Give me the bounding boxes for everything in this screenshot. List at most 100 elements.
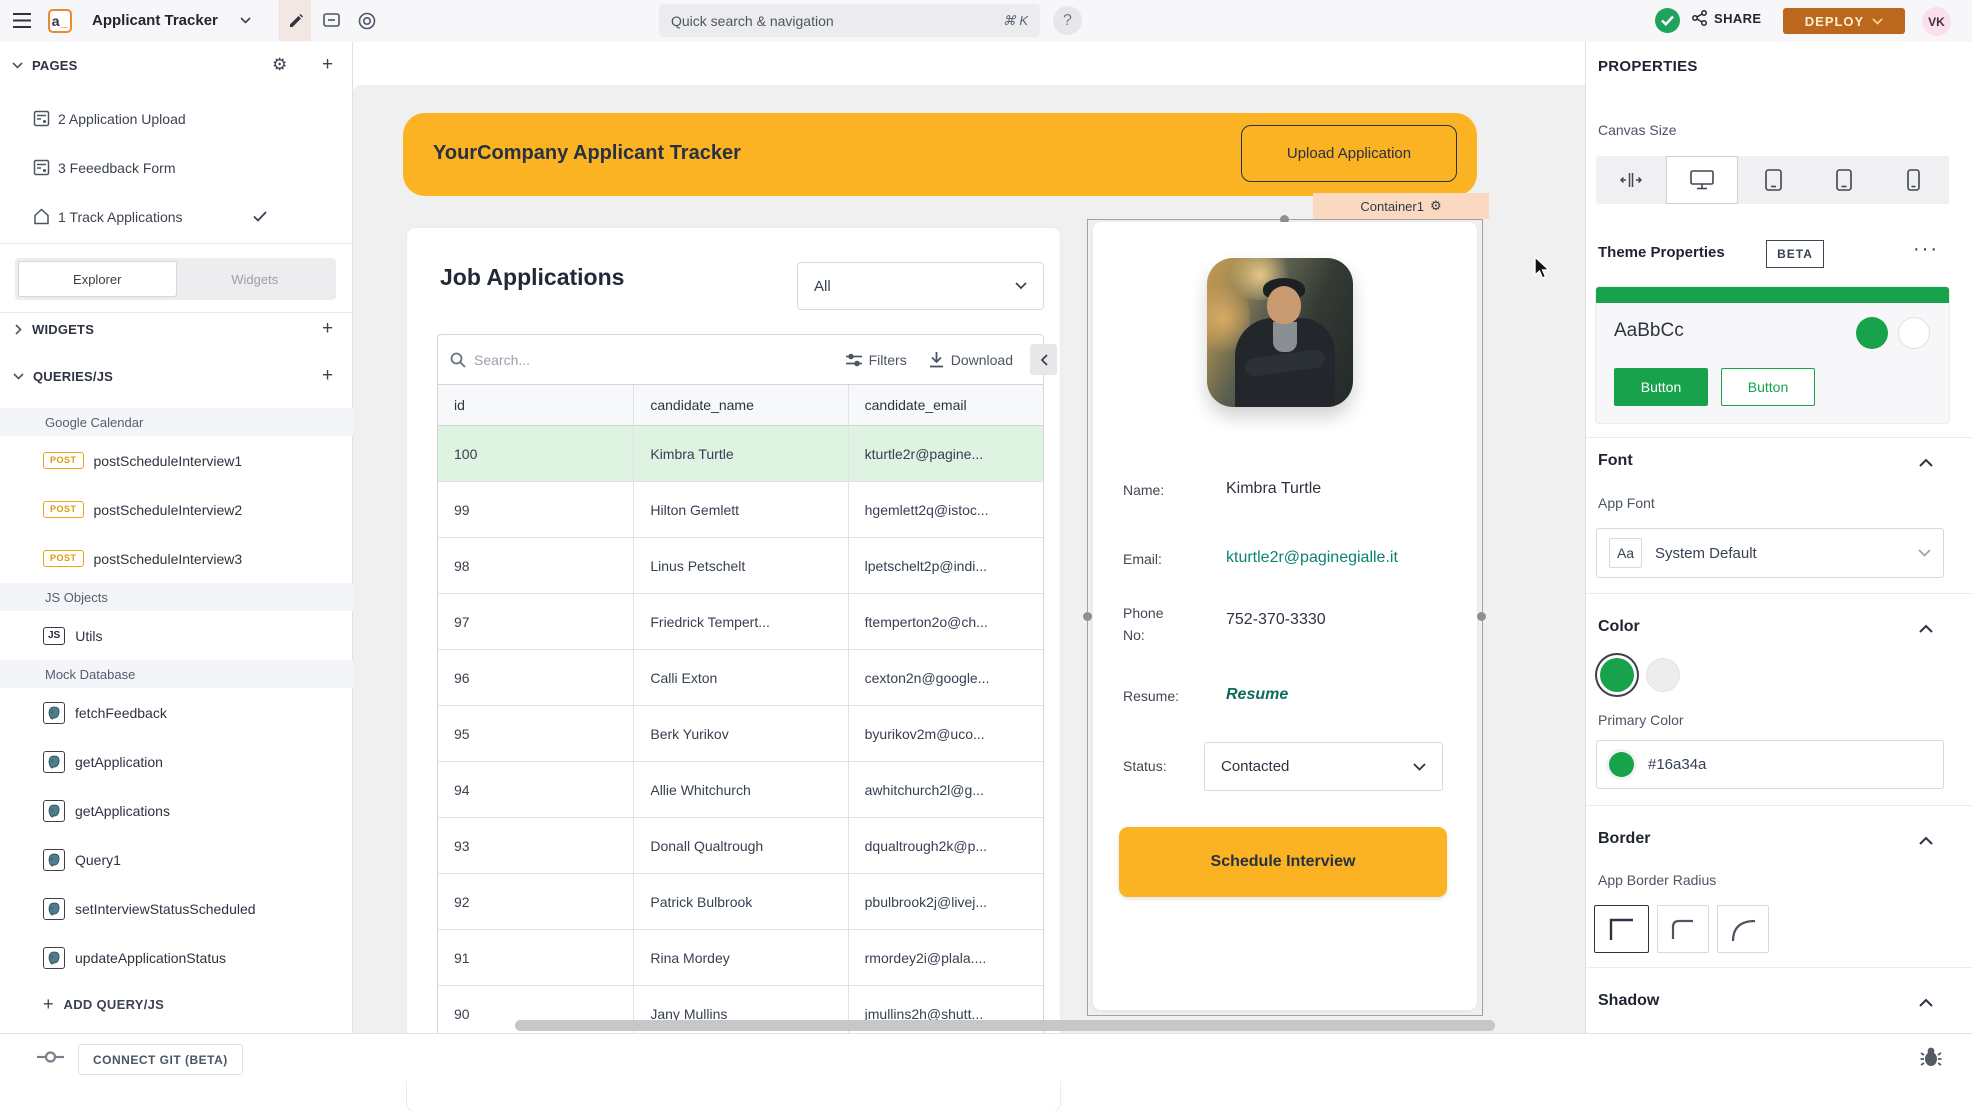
app-title[interactable]: Applicant Tracker (92, 12, 218, 29)
query-item[interactable]: JSUtils (0, 611, 353, 660)
table-cell: cexton2n@google... (849, 650, 1043, 705)
query-item[interactable]: getApplication (0, 737, 353, 786)
sidebar-page-item[interactable]: 3 Feeedback Form (0, 143, 353, 192)
status-select[interactable]: Contacted (1204, 742, 1443, 791)
shadow-collapse-chevron-up-icon[interactable] (1919, 998, 1933, 1007)
filters-button[interactable]: Filters (846, 352, 907, 368)
help-button[interactable]: ? (1053, 6, 1082, 35)
font-sample-box: Aa (1609, 538, 1642, 568)
table-row[interactable]: 91Rina Mordeyrmordey2i@plala.... (438, 930, 1043, 986)
canvas-size-tablet-large[interactable] (1738, 156, 1808, 204)
radius-option-none[interactable] (1594, 905, 1649, 953)
comments-tab[interactable] (316, 0, 347, 41)
status-filter-select[interactable]: All (797, 262, 1044, 310)
add-widget-button[interactable]: + (322, 318, 333, 340)
theme-button-outline-preview[interactable]: Button (1721, 368, 1815, 406)
widgets-section-header[interactable]: WIDGETS (15, 322, 94, 337)
upload-application-button[interactable]: Upload Application (1241, 125, 1457, 182)
resume-link[interactable]: Resume (1226, 686, 1288, 704)
color-swatch-primary[interactable] (1600, 658, 1634, 692)
deploy-button[interactable]: DEPLOY (1783, 8, 1905, 34)
edit-mode-tab[interactable] (280, 0, 311, 41)
table-row[interactable]: 93Donall Qualtroughdqualtrough2k@p... (438, 818, 1043, 874)
theme-more-menu[interactable]: ··· (1913, 238, 1939, 261)
user-avatar[interactable]: VK (1922, 7, 1951, 36)
table-row[interactable]: 97Friedrick Tempert...ftemperton2o@ch... (438, 594, 1043, 650)
theme-primary-dot[interactable] (1856, 317, 1888, 349)
table-cell: 95 (438, 706, 634, 761)
query-item[interactable]: updateApplicationStatus (0, 933, 353, 982)
widget-settings-gear-icon[interactable]: ⚙ (1430, 198, 1442, 214)
hamburger-menu-icon[interactable] (13, 12, 31, 29)
color-swatch-background[interactable] (1646, 658, 1680, 692)
app-header-banner[interactable]: YourCompany Applicant Tracker Upload App… (403, 113, 1477, 196)
table-row[interactable]: 96Calli Extoncexton2n@google... (438, 650, 1043, 706)
sidebar-page-item[interactable]: 1 Track Applications (0, 192, 353, 241)
query-group-header[interactable]: Mock Database (0, 660, 353, 688)
column-header-candidate_email[interactable]: candidate_email (849, 385, 1043, 425)
page-icon (33, 159, 50, 176)
add-query-js-button[interactable]: + ADD QUERY/JS (43, 994, 164, 1015)
canvas-size-tablet[interactable] (1809, 156, 1879, 204)
add-page-button[interactable]: + (322, 54, 333, 76)
pages-settings-gear-icon[interactable]: ⚙ (272, 55, 287, 75)
share-button[interactable]: SHARE (1692, 10, 1762, 26)
app-logo[interactable]: a_ (48, 9, 72, 33)
query-item[interactable]: POSTpostScheduleInterview1 (0, 436, 353, 485)
resize-handle-right[interactable] (1477, 612, 1486, 621)
table-row[interactable]: 92Patrick Bulbrookpbulbrook2j@livej... (438, 874, 1043, 930)
search-icon (450, 352, 466, 368)
canvas-size-desktop[interactable] (1666, 156, 1738, 204)
app-title-chevron-down-icon[interactable] (240, 17, 251, 24)
query-group-header[interactable]: Google Calendar (0, 408, 353, 436)
add-query-plus-button[interactable]: + (322, 365, 333, 387)
selected-widget-tag[interactable]: Container1 ⚙ (1313, 193, 1489, 219)
connect-git-button[interactable]: CONNECT GIT (BETA) (78, 1044, 243, 1075)
sidebar-page-item[interactable]: 2 Application Upload (0, 94, 353, 143)
properties-panel: PROPERTIES Canvas Size Theme Properties … (1585, 42, 1972, 1033)
query-item[interactable]: setInterviewStatusScheduled (0, 884, 353, 933)
table-row[interactable]: 99Hilton Gemletthgemlett2q@istoc... (438, 482, 1043, 538)
query-item[interactable]: POSTpostScheduleInterview2 (0, 485, 353, 534)
column-header-candidate_name[interactable]: candidate_name (634, 385, 848, 425)
radius-option-medium[interactable] (1657, 905, 1709, 953)
table-search-input[interactable]: Search... (474, 352, 530, 368)
deploy-chevron-down-icon (1872, 18, 1883, 25)
query-item[interactable]: fetchFeedback (0, 688, 353, 737)
radius-option-large[interactable] (1717, 905, 1769, 953)
primary-color-input[interactable]: #16a34a (1596, 740, 1944, 789)
schedule-interview-button[interactable]: Schedule Interview (1119, 827, 1447, 897)
query-group-header[interactable]: JS Objects (0, 583, 353, 611)
query-item[interactable]: getApplications (0, 786, 353, 835)
preview-mode-tab[interactable] (351, 0, 382, 41)
column-header-id[interactable]: id (438, 385, 634, 425)
tab-widgets[interactable]: Widgets (177, 261, 334, 297)
theme-secondary-dot[interactable] (1898, 317, 1930, 349)
table-row[interactable]: 98Linus Petscheltlpetschelt2p@indi... (438, 538, 1043, 594)
query-item[interactable]: POSTpostScheduleInterview3 (0, 534, 353, 583)
app-font-select[interactable]: Aa System Default (1596, 528, 1944, 578)
queries-section-header[interactable]: QUERIES/JS (13, 369, 113, 384)
border-collapse-chevron-up-icon[interactable] (1919, 836, 1933, 845)
horizontal-scrollbar[interactable] (515, 1020, 1495, 1031)
resize-handle-left[interactable] (1083, 612, 1092, 621)
font-chevron-down-icon (1918, 549, 1931, 557)
table-row[interactable]: 95Berk Yurikovbyurikov2m@uco... (438, 706, 1043, 762)
email-link[interactable]: kturtle2r@paginegialle.it (1226, 549, 1398, 567)
pages-section-header[interactable]: PAGES (12, 58, 78, 73)
query-item[interactable]: Query1 (0, 835, 353, 884)
collapse-panel-button[interactable] (1030, 344, 1057, 375)
candidate-detail-card[interactable]: Name: Kimbra Turtle Email: kturtle2r@pag… (1093, 222, 1477, 1010)
tab-explorer[interactable]: Explorer (18, 261, 177, 297)
debug-bug-icon[interactable] (1920, 1046, 1942, 1068)
queries-list: Google CalendarPOSTpostScheduleInterview… (0, 408, 353, 982)
color-collapse-chevron-up-icon[interactable] (1919, 624, 1933, 633)
table-row[interactable]: 100Kimbra Turtlekturtle2r@pagine... (438, 426, 1043, 482)
theme-button-solid-preview[interactable]: Button (1614, 368, 1708, 406)
canvas-size-fluid[interactable] (1596, 156, 1666, 204)
font-collapse-chevron-up-icon[interactable] (1919, 458, 1933, 467)
download-button[interactable]: Download (929, 352, 1013, 368)
table-row[interactable]: 94Allie Whitchurchawhitchurch2l@g... (438, 762, 1043, 818)
quick-search-input[interactable]: Quick search & navigation ⌘ K (659, 4, 1040, 37)
canvas-size-mobile[interactable] (1879, 156, 1949, 204)
